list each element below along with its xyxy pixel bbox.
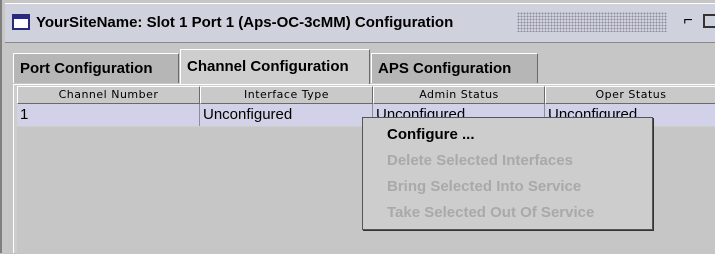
title-bar[interactable]: YourSiteName: Slot 1 Port 1 (Aps-OC-3cMM… bbox=[5, 3, 715, 43]
window-title: YourSiteName: Slot 1 Port 1 (Aps-OC-3cMM… bbox=[36, 14, 454, 31]
column-header-admin-status[interactable]: Admin Status bbox=[373, 86, 545, 104]
context-menu: Configure ... Delete Selected Interfaces… bbox=[362, 117, 653, 230]
title-grip[interactable] bbox=[517, 12, 667, 32]
cell-channel-number: 1 bbox=[17, 104, 200, 126]
configuration-window: YourSiteName: Slot 1 Port 1 (Aps-OC-3cMM… bbox=[0, 0, 715, 254]
maximize-icon[interactable] bbox=[703, 14, 715, 28]
window-icon bbox=[12, 14, 30, 30]
cell-interface-type: Unconfigured bbox=[200, 104, 373, 126]
column-header-oper-status[interactable]: Oper Status bbox=[545, 86, 715, 104]
tab-aps-configuration[interactable]: APS Configuration bbox=[371, 53, 538, 83]
menu-item-configure[interactable]: Configure ... bbox=[387, 126, 475, 143]
column-header-channel-number[interactable]: Channel Number bbox=[17, 86, 200, 104]
menu-item-delete-selected-interfaces[interactable]: Delete Selected Interfaces bbox=[387, 152, 573, 169]
column-header-interface-type[interactable]: Interface Type bbox=[200, 86, 373, 104]
tab-port-configuration[interactable]: Port Configuration bbox=[13, 53, 179, 83]
undock-icon[interactable]: ⌐ bbox=[677, 10, 699, 32]
menu-item-take-selected-out-of-service[interactable]: Take Selected Out Of Service bbox=[387, 204, 594, 221]
table-header: Channel Number Interface Type Admin Stat… bbox=[17, 86, 715, 104]
menu-item-bring-selected-into-service[interactable]: Bring Selected Into Service bbox=[387, 178, 581, 195]
tab-channel-configuration[interactable]: Channel Configuration bbox=[180, 49, 370, 84]
